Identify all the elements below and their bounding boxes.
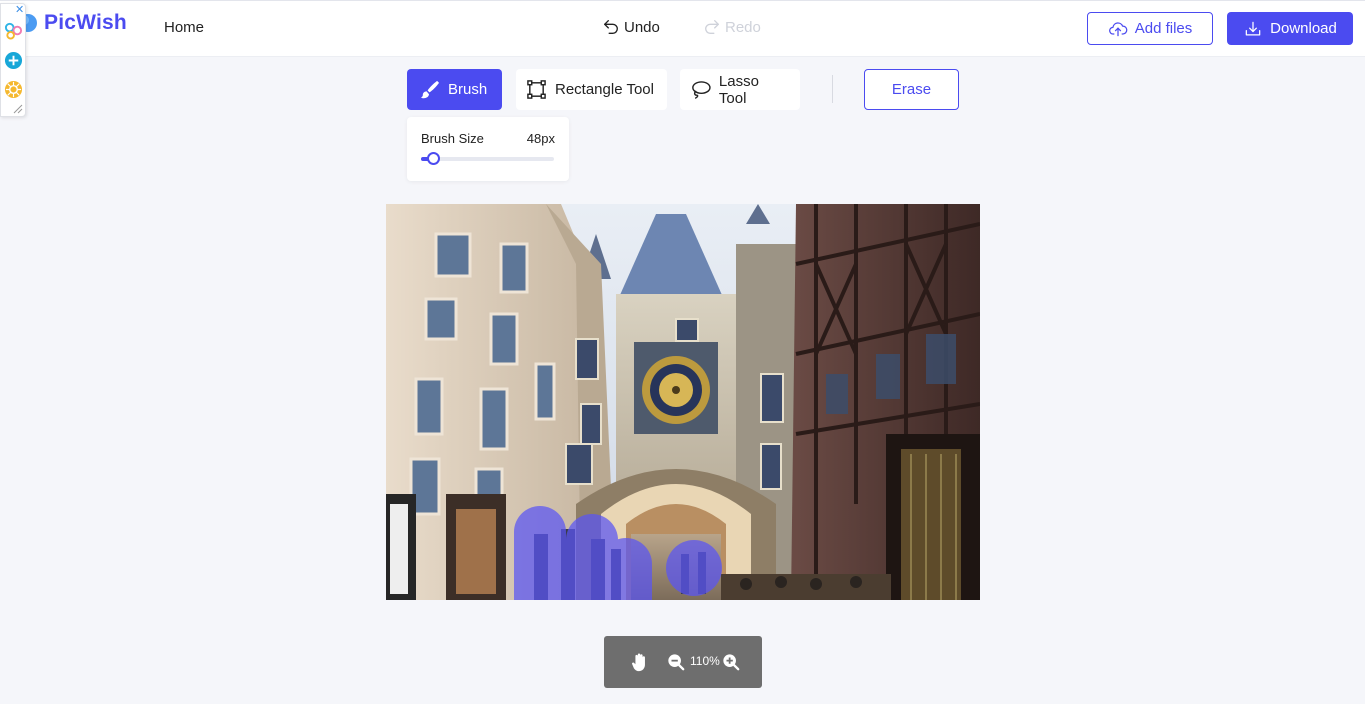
download-button[interactable]: Download (1227, 12, 1353, 45)
undo-label: Undo (624, 18, 660, 36)
erase-button[interactable]: Erase (864, 69, 959, 110)
top-header: PicWish Home Undo Redo Add files Downloa… (0, 0, 1365, 57)
download-label: Download (1270, 20, 1337, 37)
undo-button[interactable]: Undo (602, 18, 660, 36)
download-icon (1245, 21, 1261, 35)
slider-thumb[interactable] (426, 152, 440, 165)
zoom-level: 110% (690, 654, 720, 668)
redo-icon (705, 20, 719, 34)
rectangle-tool-label: Rectangle Tool (555, 81, 654, 98)
photo-image (386, 204, 980, 600)
tool-bar: Brush Rectangle Tool Lasso Tool Erase (0, 69, 1365, 110)
zoom-out-icon[interactable] (667, 653, 685, 671)
redo-button[interactable]: Redo (703, 18, 761, 36)
zoom-in-icon[interactable] (722, 653, 740, 671)
brush-size-panel: Brush Size 48px (407, 117, 569, 181)
hand-pan-icon[interactable] (629, 651, 651, 673)
lasso-tool-label: Lasso Tool (718, 72, 759, 107)
app-name: PicWish (44, 11, 127, 34)
brush-size-label: Brush Size (421, 131, 484, 146)
redo-label: Redo (725, 18, 761, 36)
lasso-tool-button[interactable]: Lasso Tool (680, 69, 800, 110)
brush-size-value: 48px (526, 131, 555, 146)
widget-close-icon[interactable]: ✕ (15, 5, 24, 16)
image-canvas[interactable] (386, 204, 980, 600)
cloud-upload-icon (1108, 21, 1128, 36)
add-circle-icon[interactable] (4, 51, 23, 70)
share-icon[interactable] (4, 21, 23, 40)
brush-size-slider[interactable] (421, 152, 554, 165)
nav-home-link[interactable]: Home (164, 19, 204, 36)
toolbar-divider (832, 75, 833, 103)
brush-label: Brush (448, 81, 488, 98)
logo[interactable]: PicWish (14, 11, 127, 35)
add-files-button[interactable]: Add files (1087, 12, 1213, 45)
brush-icon (420, 80, 440, 99)
zoom-control-bar: 110% (604, 636, 762, 688)
brush-tool-button[interactable]: Brush (407, 69, 502, 110)
rectangle-icon (527, 80, 546, 99)
lasso-icon (692, 81, 711, 99)
rectangle-tool-button[interactable]: Rectangle Tool (516, 69, 667, 110)
undo-icon (604, 20, 618, 34)
add-files-label: Add files (1134, 20, 1193, 37)
